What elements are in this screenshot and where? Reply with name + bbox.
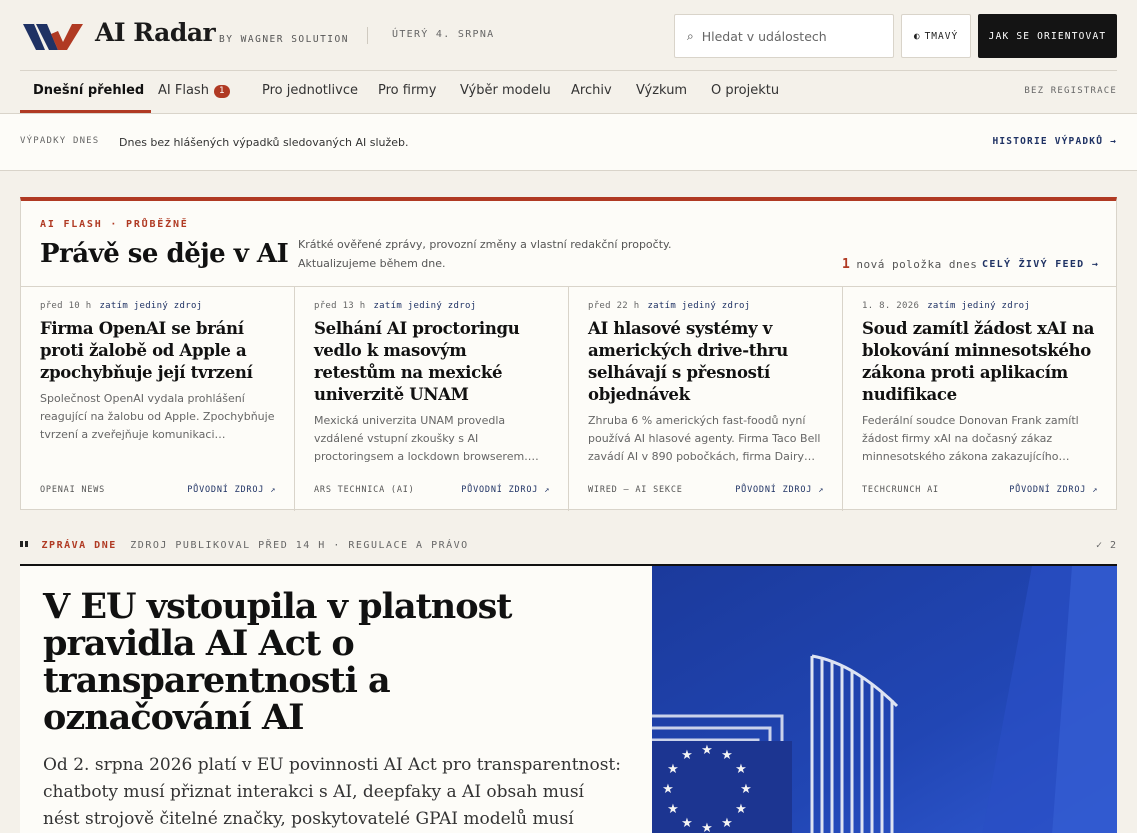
search-box[interactable]: ⌕ bbox=[674, 14, 894, 58]
card-source: TECHCRUNCH AI bbox=[862, 485, 939, 495]
flash-description-line: Aktualizujeme během dne. bbox=[298, 257, 446, 270]
new-count-label: nová položka dnes bbox=[856, 258, 978, 271]
card-summary: Federální soudce Donovan Frank zamítl žá… bbox=[862, 414, 1079, 463]
story-lead: Od 2. srpna 2026 platí v EU povinnosti A… bbox=[43, 755, 621, 829]
card-meta: před 10 h zatím jediný zdroj bbox=[40, 301, 276, 311]
nav-item-archive[interactable]: Archiv bbox=[571, 83, 612, 98]
card-meta: před 13 h zatím jediný zdroj bbox=[314, 301, 550, 311]
card-title[interactable]: Soud zamítl žádost xAI na blokování minn… bbox=[862, 318, 1098, 406]
card-summary: Společnost OpenAI vydala prohlášení reag… bbox=[40, 392, 275, 441]
card-source: ARS TECHNICA (AI) bbox=[314, 485, 415, 495]
card-time: před 10 h bbox=[40, 301, 92, 311]
card-meta: 1. 8. 2026 zatím jediný zdroj bbox=[862, 301, 1098, 311]
svg-text:★: ★ bbox=[701, 821, 713, 833]
story-of-the-day[interactable]: V EU vstoupila v platnost pravidla AI Ac… bbox=[20, 564, 1117, 833]
header-divider bbox=[367, 27, 368, 44]
card-title[interactable]: Firma OpenAI se brání proti žalobě od Ap… bbox=[40, 318, 276, 384]
eu-flag-building-image: ★ ★★ ★★★ ★★★ ★★★ bbox=[652, 566, 1117, 833]
contrast-icon: ◐ bbox=[913, 30, 921, 42]
story-headline[interactable]: V EU vstoupila v platnost pravidla AI Ac… bbox=[43, 588, 563, 736]
flash-card[interactable]: 1. 8. 2026 zatím jediný zdroj Soud zamítl… bbox=[843, 287, 1116, 511]
original-source-link[interactable]: PŮVODNÍ ZDROJ ↗ bbox=[461, 485, 550, 495]
story-sources-count: ✓ 2 bbox=[1095, 540, 1117, 551]
flash-description: Krátké ověřené zprávy, provozní změny a … bbox=[298, 235, 718, 273]
nav-item-research[interactable]: Výzkum bbox=[636, 83, 687, 98]
svg-text:★: ★ bbox=[667, 762, 679, 777]
card-time: 1. 8. 2026 bbox=[862, 301, 920, 311]
current-date: ÚTERÝ 4. SRPNA bbox=[392, 29, 495, 40]
card-source: WIRED — AI SEKCE bbox=[588, 485, 683, 495]
card-time: před 22 h bbox=[588, 301, 640, 311]
new-items-badge: 1 bbox=[213, 85, 230, 98]
card-source-note: zatím jediný zdroj bbox=[373, 301, 477, 311]
nav-item-for-individuals[interactable]: Pro jednotlivce bbox=[262, 83, 358, 98]
brand-byline: BY WAGNER SOLUTION bbox=[219, 34, 349, 45]
dark-mode-label: TMAVÝ bbox=[924, 30, 959, 42]
ai-flash-section: AI FLASH · PRŮBĚŽNĚ Právě se děje v AI K… bbox=[20, 197, 1117, 511]
svg-text:★: ★ bbox=[701, 743, 713, 758]
svg-text:★: ★ bbox=[721, 816, 733, 831]
search-input[interactable] bbox=[701, 28, 872, 44]
nav-item-todays-overview[interactable]: Dnešní přehled bbox=[33, 83, 144, 98]
svg-text:★: ★ bbox=[735, 762, 747, 777]
main-nav: Dnešní přehled AI Flash 1 Pro jednotlivce… bbox=[20, 70, 1117, 113]
outage-history-link[interactable]: HISTORIE VÝPADKŮ → bbox=[992, 136, 1117, 147]
flash-card[interactable]: před 22 h zatím jediný zdroj AI hlasové s… bbox=[569, 287, 843, 511]
svg-text:★: ★ bbox=[681, 748, 693, 763]
story-meta: ZDROJ PUBLIKOVAL PŘED 14 H · REGULACE A … bbox=[130, 540, 469, 551]
svg-text:★: ★ bbox=[740, 782, 752, 797]
svg-text:★: ★ bbox=[667, 802, 679, 817]
card-meta: před 22 h zatím jediný zdroj bbox=[588, 301, 824, 311]
flash-cards: před 10 h zatím jediný zdroj Firma OpenAI… bbox=[21, 286, 1116, 511]
card-source: OPENAI NEWS bbox=[40, 485, 106, 495]
new-count-number: 1 bbox=[842, 257, 851, 272]
card-source-note: zatím jediný zdroj bbox=[647, 301, 751, 311]
ai-radar-logo[interactable] bbox=[23, 20, 83, 52]
flash-new-count: 1 nová položka dnes bbox=[842, 257, 977, 272]
flash-kicker: AI FLASH · PRŮBĚŽNĚ bbox=[40, 219, 189, 230]
full-feed-link[interactable]: CELÝ ŽIVÝ FEED → bbox=[982, 259, 1099, 270]
card-time: před 13 h bbox=[314, 301, 366, 311]
brand-name[interactable]: AI Radar bbox=[95, 18, 216, 47]
flash-description-line: Krátké ověřené zprávy, provozní změny a … bbox=[298, 238, 672, 251]
original-source-link[interactable]: PŮVODNÍ ZDROJ ↗ bbox=[735, 485, 824, 495]
svg-text:★: ★ bbox=[681, 816, 693, 831]
story-kicker: ZPRÁVA DNE bbox=[41, 540, 117, 551]
outage-strip: VÝPADKY DNES Dnes bez hlášených výpadků … bbox=[0, 113, 1137, 171]
no-registration-note: BEZ REGISTRACE bbox=[1024, 86, 1117, 96]
card-title[interactable]: AI hlasové systémy v amerických drive-th… bbox=[588, 318, 824, 406]
original-source-link[interactable]: PŮVODNÍ ZDROJ ↗ bbox=[1009, 485, 1098, 495]
nav-item-for-companies[interactable]: Pro firmy bbox=[378, 83, 436, 98]
dark-mode-button[interactable]: ◐ TMAVÝ bbox=[901, 14, 971, 58]
card-summary: Mexická univerzita UNAM provedla vzdálen… bbox=[314, 414, 539, 463]
card-source-note: zatím jediný zdroj bbox=[99, 301, 203, 311]
flash-card[interactable]: před 13 h zatím jediný zdroj Selhání AI p… bbox=[295, 287, 569, 511]
flash-card[interactable]: před 10 h zatím jediný zdroj Firma OpenAI… bbox=[21, 287, 295, 511]
outage-status: Dnes bez hlášených výpadků sledovaných A… bbox=[119, 136, 409, 149]
flash-title: Právě se děje v AI bbox=[40, 239, 289, 269]
svg-text:★: ★ bbox=[662, 782, 674, 797]
pause-bars-icon bbox=[20, 541, 28, 547]
svg-text:★: ★ bbox=[735, 802, 747, 817]
nav-item-about[interactable]: O projektu bbox=[711, 83, 779, 98]
card-summary: Zhruba 6 % amerických fast-foodů nyní po… bbox=[588, 414, 821, 463]
nav-item-ai-flash[interactable]: AI Flash 1 bbox=[158, 83, 230, 98]
nav-item-model-selection[interactable]: Výběr modelu bbox=[460, 83, 551, 98]
story-meta-bar: ZPRÁVA DNE ZDROJ PUBLIKOVAL PŘED 14 H · … bbox=[20, 540, 1117, 554]
site-header: AI Radar BY WAGNER SOLUTION ÚTERÝ 4. SRP… bbox=[0, 0, 1137, 70]
original-source-link[interactable]: PŮVODNÍ ZDROJ ↗ bbox=[187, 485, 276, 495]
outage-label: VÝPADKY DNES bbox=[20, 136, 100, 146]
card-title[interactable]: Selhání AI proctoringu vedlo k masovým r… bbox=[314, 318, 550, 406]
svg-text:★: ★ bbox=[721, 748, 733, 763]
nav-item-label: AI Flash bbox=[158, 83, 209, 98]
how-to-navigate-button[interactable]: JAK SE ORIENTOVAT bbox=[978, 14, 1117, 58]
search-icon: ⌕ bbox=[687, 28, 694, 43]
card-source-note: zatím jediný zdroj bbox=[927, 301, 1031, 311]
